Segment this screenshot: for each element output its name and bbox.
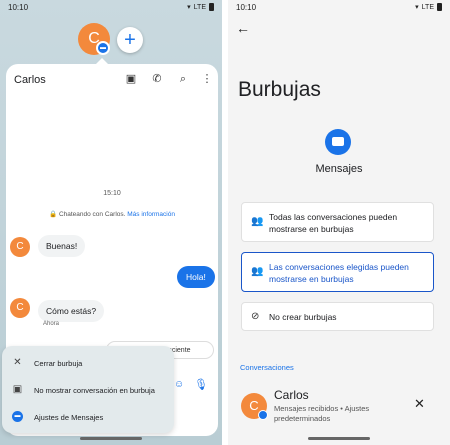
encryption-info: 🔒 Chateando con Carlos. Más información bbox=[6, 210, 218, 218]
no-bubble-icon: ▣ bbox=[12, 384, 23, 395]
search-icon[interactable]: ⌕ bbox=[176, 72, 190, 86]
messages-badge-icon bbox=[258, 410, 268, 420]
messages-app-icon: ▬ bbox=[12, 411, 23, 422]
wifi-icon: ▾ bbox=[415, 4, 419, 11]
home-indicator[interactable] bbox=[308, 437, 370, 440]
menu-item-label: Cerrar burbuja bbox=[34, 359, 83, 368]
message-incoming[interactable]: Cómo estás? bbox=[38, 300, 105, 322]
close-icon: ✕ bbox=[13, 357, 22, 368]
menu-item-messages-settings[interactable]: ▬ Ajustes de Mensajes bbox=[2, 403, 174, 430]
chat-contact-name: Carlos bbox=[14, 74, 46, 86]
more-info-link[interactable]: Más información bbox=[127, 211, 175, 218]
battery-icon bbox=[437, 3, 442, 11]
menu-item-close-bubble[interactable]: ✕ Cerrar burbuja bbox=[2, 349, 174, 376]
chat-options-icon[interactable]: ▣ bbox=[124, 72, 138, 86]
mic-icon[interactable]: 🎙 bbox=[194, 378, 208, 391]
page-title: Burbujas bbox=[238, 78, 321, 101]
option-selected-conversations[interactable]: 👥 Las conversaciones elegidas pueden mos… bbox=[241, 252, 434, 292]
status-icons: ▾ LTE bbox=[187, 3, 214, 11]
people-icon: 👥 bbox=[251, 216, 264, 227]
messages-app-icon bbox=[325, 129, 351, 155]
status-bar: 10:10 ▾ LTE bbox=[0, 0, 222, 16]
app-name: Mensajes bbox=[315, 163, 363, 175]
menu-item-dont-bubble[interactable]: ▣ No mostrar conversación en burbuja bbox=[2, 376, 174, 403]
block-icon: ⊘ bbox=[251, 311, 260, 322]
wifi-icon: ▾ bbox=[187, 4, 191, 11]
phone-icon[interactable]: ✆ bbox=[150, 72, 164, 86]
bubble-chat-screen: 10:10 ▾ LTE C ▬ + Carlos ▣ ✆ ⌕ ⋮ 15:10 🔒… bbox=[0, 0, 222, 445]
status-time: 10:10 bbox=[8, 3, 29, 12]
people-outline-icon: 👥 bbox=[251, 266, 264, 277]
more-vert-icon[interactable]: ⋮ bbox=[200, 72, 214, 86]
signal-label: LTE bbox=[421, 3, 434, 11]
option-label: Las conversaciones elegidas pueden mostr… bbox=[269, 262, 409, 284]
avatar[interactable]: C bbox=[10, 298, 30, 318]
contact-name: Carlos bbox=[274, 388, 309, 402]
battery-icon bbox=[209, 3, 214, 11]
message-incoming[interactable]: Buenas! bbox=[38, 235, 86, 257]
message-outgoing[interactable]: Hola! bbox=[177, 266, 215, 288]
menu-item-label: No mostrar conversación en burbuja bbox=[34, 386, 155, 395]
option-all-conversations[interactable]: 👥 Todas las conversaciones pueden mostra… bbox=[241, 202, 434, 242]
avatar[interactable]: C bbox=[10, 237, 30, 257]
option-label: No crear burbujas bbox=[269, 312, 337, 322]
contact-subtitle: Mensajes recibidos • Ajustes predetermin… bbox=[274, 404, 370, 423]
compose-bar[interactable]: ☺ 🎙 bbox=[168, 376, 212, 394]
menu-item-label: Ajustes de Mensajes bbox=[34, 413, 104, 422]
message-timestamp: Ahora bbox=[43, 321, 60, 327]
messages-badge-icon: ▬ bbox=[96, 41, 110, 55]
status-icons: ▾ LTE bbox=[415, 3, 442, 11]
bubbles-settings-screen: 10:10 ▾ LTE ← Burbujas Mensajes 👥 Todas … bbox=[228, 0, 450, 445]
bubble-menu: ✕ Cerrar burbuja ▣ No mostrar conversaci… bbox=[2, 346, 174, 433]
section-header: Conversaciones bbox=[240, 363, 294, 372]
option-no-bubbles[interactable]: ⊘ No crear burbujas bbox=[241, 302, 434, 331]
option-label: Todas las conversaciones pueden mostrars… bbox=[269, 212, 398, 234]
add-bubble-button[interactable]: + bbox=[117, 27, 143, 53]
time-divider: 15:10 bbox=[103, 190, 121, 197]
encryption-text: 🔒 Chateando con Carlos. bbox=[49, 211, 126, 218]
signal-label: LTE bbox=[193, 3, 206, 11]
status-bar: 10:10 ▾ LTE bbox=[228, 0, 450, 16]
close-icon[interactable]: ✕ bbox=[414, 396, 425, 412]
emoji-icon[interactable]: ☺ bbox=[174, 379, 184, 390]
home-indicator[interactable] bbox=[80, 437, 142, 440]
status-time: 10:10 bbox=[236, 3, 257, 12]
back-arrow-icon[interactable]: ← bbox=[236, 20, 250, 36]
